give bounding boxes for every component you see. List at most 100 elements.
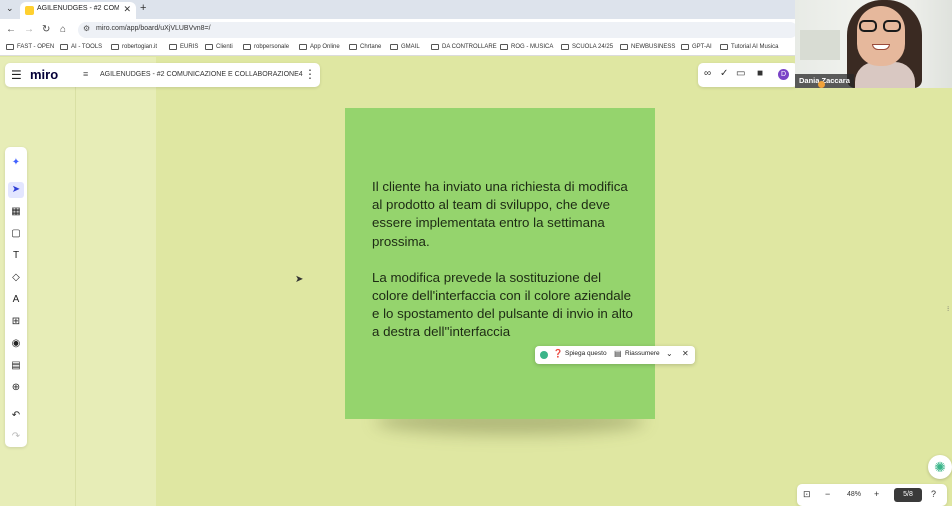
new-tab-icon[interactable]: +: [140, 2, 146, 14]
tab-title: AGILENUDGES - #2 COMUNIC...: [37, 5, 119, 12]
folder-icon: [299, 44, 307, 50]
bookmark-folder[interactable]: DA CONTROLLARE: [431, 44, 497, 50]
sticky-note-icon[interactable]: ▢: [8, 226, 24, 242]
zoom-controls: ⊡ − 48% + 5/8 ?: [797, 484, 947, 506]
select-tool-icon[interactable]: ➤: [8, 182, 24, 198]
explain-button[interactable]: Spiega questo: [565, 350, 607, 357]
bookmark-folder[interactable]: Tutorial AI Musica: [720, 44, 778, 50]
folder-icon: [390, 44, 398, 50]
bookmark-folder[interactable]: SCUOLA 24/25: [561, 44, 613, 50]
reload-icon[interactable]: ↻: [42, 24, 50, 35]
site-info-icon[interactable]: ⚙: [83, 24, 90, 33]
video-shelf: [800, 30, 840, 60]
sticky-paragraph-2: La modifica prevede la sostituzione del …: [372, 269, 633, 340]
folder-icon: [349, 44, 357, 50]
folder-icon: [243, 44, 251, 50]
miro-logo[interactable]: miro: [30, 67, 58, 82]
zoom-level[interactable]: 48%: [847, 491, 861, 498]
presence-avatar: [818, 81, 825, 88]
mouse-cursor-icon: ➤: [295, 274, 304, 285]
user-avatar[interactable]: D: [778, 69, 789, 80]
folder-icon: [111, 44, 119, 50]
fit-screen-icon[interactable]: ⊡: [803, 489, 811, 500]
bookmark-folder[interactable]: robertogian.it: [111, 44, 157, 50]
bookmark-folder[interactable]: Chrtane: [349, 44, 381, 50]
bookmark-folder[interactable]: AI - TOOLS: [60, 44, 102, 50]
webcam-video: Dania Zaccara: [795, 0, 952, 88]
redo-icon[interactable]: ↷: [8, 429, 24, 445]
glasses-lens: [859, 20, 877, 32]
miro-favicon-icon: [25, 6, 34, 15]
celebrate-icon[interactable]: ✓: [720, 68, 728, 79]
frame-tool-icon[interactable]: ⊞: [8, 314, 24, 330]
board-options-icon[interactable]: ⋮: [304, 67, 316, 81]
bookmark-folder[interactable]: Clienti: [205, 44, 233, 50]
bookmark-folder[interactable]: GMAIL: [390, 44, 420, 50]
person-glasses: [859, 20, 903, 32]
home-icon[interactable]: ⌂: [60, 24, 66, 35]
miro-canvas[interactable]: ☰ miro ≡ AGILENUDGES - #2 COMUNICAZIONE …: [0, 57, 952, 506]
ai-assistant-icon[interactable]: [540, 351, 548, 359]
folder-icon: [431, 44, 439, 50]
question-icon: ❓: [553, 349, 563, 358]
undo-icon[interactable]: ↶: [8, 408, 24, 424]
templates-icon[interactable]: ▦: [8, 204, 24, 220]
close-tab-icon[interactable]: ✕: [123, 4, 131, 15]
ai-assistant-gear-icon[interactable]: ✺: [928, 455, 952, 479]
folder-icon: [720, 44, 728, 50]
comment-tool-icon[interactable]: ▤: [8, 358, 24, 374]
sticky-paragraph-1: Il cliente ha inviato una richiesta di m…: [372, 179, 628, 249]
folder-icon: [205, 44, 213, 50]
pen-tool-icon[interactable]: A: [8, 292, 24, 308]
zoom-in-icon[interactable]: +: [874, 489, 879, 499]
bookmark-folder[interactable]: EURIS: [169, 44, 198, 50]
close-icon[interactable]: ✕: [682, 349, 689, 358]
folder-icon: [60, 44, 68, 50]
board-title[interactable]: AGILENUDGES - #2 COMUNICAZIONE E COLLABO…: [100, 71, 303, 78]
bookmark-folder[interactable]: ROG - MUSICA: [500, 44, 553, 50]
folder-icon: [681, 44, 689, 50]
help-icon[interactable]: ?: [931, 489, 936, 499]
folder-icon: [620, 44, 628, 50]
pages-counter[interactable]: 5/8: [894, 488, 922, 502]
folder-icon: [169, 44, 177, 50]
shapes-icon[interactable]: ◇: [8, 270, 24, 286]
bookmark-folder[interactable]: robpersonale: [243, 44, 289, 50]
tab-list-icon[interactable]: ⌄: [6, 3, 18, 15]
bookmark-folder[interactable]: App Online: [299, 44, 340, 50]
panel-handle-icon[interactable]: ⁝: [947, 305, 949, 313]
zoom-out-icon[interactable]: −: [825, 489, 830, 499]
ai-sparkle-icon[interactable]: ✦: [8, 155, 24, 171]
bookmark-folder[interactable]: FAST - OPEN: [6, 44, 54, 50]
chevron-down-icon[interactable]: ⌄: [666, 349, 673, 358]
summarize-button[interactable]: Riassumere: [625, 350, 660, 357]
reactions-icon[interactable]: ∞: [704, 68, 711, 79]
video-call-icon[interactable]: ■: [757, 68, 763, 79]
url-field[interactable]: ⚙ miro.com/app/board/uXjVLUBVvn8=/: [78, 22, 798, 38]
collaboration-toolbar: ∞ ✓ ▭ ■ D: [698, 63, 798, 87]
sticky-note-text[interactable]: Il cliente ha inviato una richiesta di m…: [372, 178, 637, 360]
grid-line: [75, 87, 76, 506]
board-header: ☰ miro ≡ AGILENUDGES - #2 COMUNICAZIONE …: [5, 63, 320, 87]
bookmark-folder[interactable]: NEWBUSINESS: [620, 44, 675, 50]
ai-context-menu: ❓ Spiega questo ▤ Riassumere ⌄ ✕: [535, 346, 695, 364]
url-text: miro.com/app/board/uXjVLUBVvn8=/: [96, 25, 211, 32]
document-icon: ▤: [614, 349, 622, 358]
creation-toolbar: ✦ ➤ ▦ ▢ T ◇ A ⊞ ◉ ▤ ⊕ ↶ ↷: [5, 147, 27, 447]
text-tool-icon[interactable]: T: [8, 248, 24, 264]
folder-icon: [500, 44, 508, 50]
forward-icon[interactable]: →: [24, 24, 34, 35]
sticky-note[interactable]: Il cliente ha inviato una richiesta di m…: [345, 108, 655, 419]
folder-icon: [561, 44, 569, 50]
main-menu-icon[interactable]: ☰: [11, 68, 22, 82]
person-face: [857, 6, 905, 66]
browser-tab[interactable]: AGILENUDGES - #2 COMUNIC... ✕: [20, 2, 136, 19]
add-more-icon[interactable]: ⊕: [8, 380, 24, 396]
glasses-lens: [883, 20, 901, 32]
bookmark-folder[interactable]: GPT-AI: [681, 44, 712, 50]
folder-icon: [6, 44, 14, 50]
palette-icon[interactable]: ◉: [8, 336, 24, 352]
comments-icon[interactable]: ▭: [736, 68, 745, 79]
back-icon[interactable]: ←: [6, 24, 16, 35]
board-list-icon[interactable]: ≡: [83, 69, 88, 79]
